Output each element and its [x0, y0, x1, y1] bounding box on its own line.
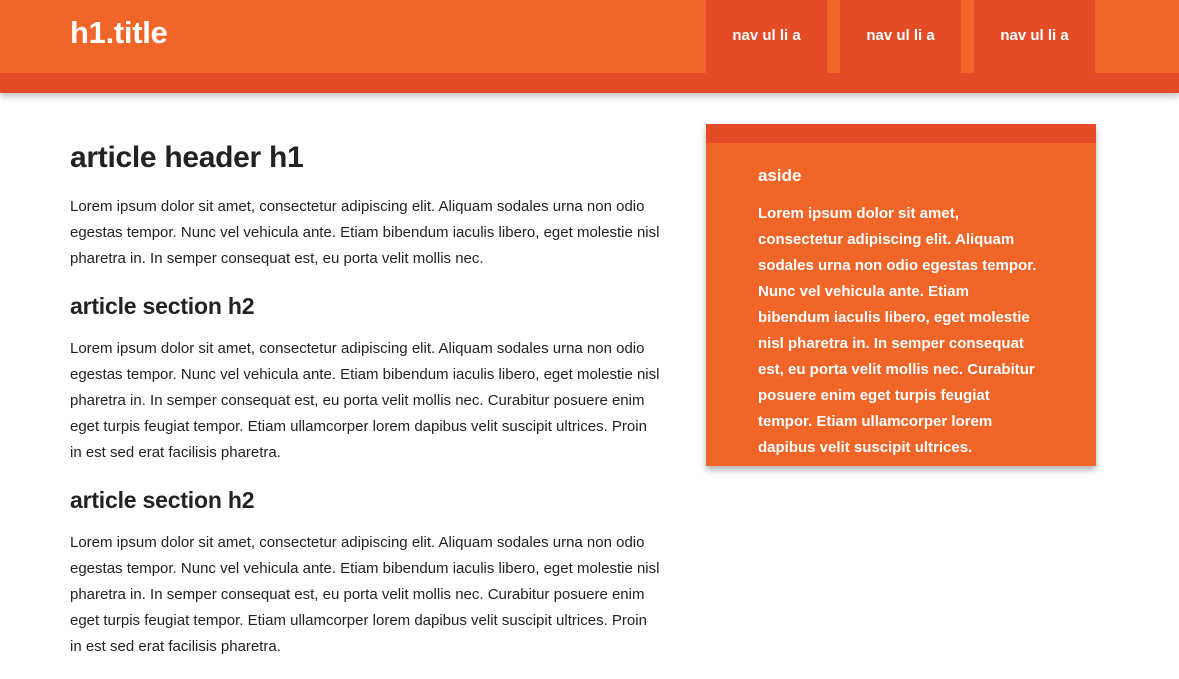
main-article: article header h1 Lorem ipsum dolor sit … — [70, 138, 660, 679]
article-heading: article header h1 — [70, 141, 304, 174]
site-header: h1.title nav ul li a nav ul li a nav ul … — [0, 0, 1179, 93]
main-nav: nav ul li a nav ul li a nav ul li a — [706, 0, 1095, 73]
nav-link-3[interactable]: nav ul li a — [974, 0, 1095, 73]
section-paragraph: Lorem ipsum dolor sit amet, consectetur … — [70, 340, 660, 461]
aside-title: aside — [758, 166, 802, 185]
nav-link-1[interactable]: nav ul li a — [706, 0, 827, 73]
site-title: h1.title — [70, 15, 168, 50]
article-section-1: article section h2 Lorem ipsum dolor sit… — [70, 291, 660, 466]
article-section-2: article section h2 Lorem ipsum dolor sit… — [70, 485, 660, 660]
nav-link-2[interactable]: nav ul li a — [840, 0, 961, 73]
section-paragraph: Lorem ipsum dolor sit amet, consectetur … — [70, 534, 660, 655]
section-heading: article section h2 — [70, 487, 255, 513]
aside-paragraph: Lorem ipsum dolor sit amet, consectetur … — [758, 205, 1037, 456]
section-heading: article section h2 — [70, 293, 255, 319]
article-intro-paragraph: Lorem ipsum dolor sit amet, consectetur … — [70, 198, 660, 267]
sidebar-aside: aside Lorem ipsum dolor sit amet, consec… — [706, 124, 1096, 466]
